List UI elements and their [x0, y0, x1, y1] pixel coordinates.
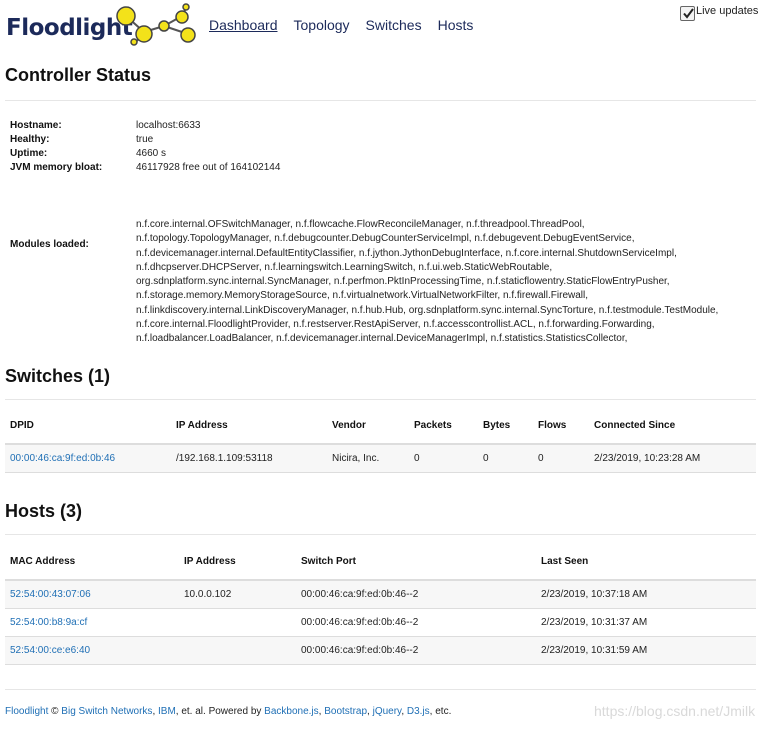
col-ip-address[interactable]: IP Address: [171, 408, 327, 445]
ip-cell: /192.168.1.109:53118: [171, 444, 327, 473]
navbar: Floodlight Dashboard Topology Switches H…: [0, 0, 784, 50]
switch-port-cell: 00:00:46:ca:9f:ed:0b:46--2: [296, 636, 536, 665]
nav-switches[interactable]: Switches: [366, 17, 422, 33]
col-switch-port[interactable]: Switch Port: [296, 544, 536, 581]
footer-ibm-link[interactable]: IBM: [158, 706, 176, 717]
dpid-link[interactable]: 00:00:46:ca:9f:ed:0b:46: [10, 453, 115, 464]
col-mac-address[interactable]: MAC Address: [5, 544, 179, 581]
mac-cell: 52:54:00:ce:e6:40: [5, 636, 179, 665]
col-bytes[interactable]: Bytes: [478, 408, 533, 445]
module-line: n.f.topology.TopologyManager, n.f.debugc…: [136, 233, 635, 245]
uptime-value: 4660 s: [136, 148, 167, 159]
last-seen-cell: 2/23/2019, 10:31:37 AM: [536, 608, 756, 637]
connected-since-cell: 2/23/2019, 10:23:28 AM: [589, 444, 756, 473]
module-line: n.f.devicemanager.internal.DefaultEntity…: [136, 247, 677, 259]
table-header-row: DPID IP Address Vendor Packets Bytes Flo…: [5, 408, 756, 445]
switch-port-cell: 00:00:46:ca:9f:ed:0b:46--2: [296, 580, 536, 609]
main-nav: Dashboard Topology Switches Hosts: [209, 17, 489, 33]
last-seen-cell: 2/23/2019, 10:37:18 AM: [536, 580, 756, 609]
mac-cell: 52:54:00:b8:9a:cf: [5, 608, 179, 637]
packets-cell: 0: [409, 444, 478, 473]
uptime-label: Uptime:: [10, 148, 48, 159]
module-line: n.f.core.internal.OFSwitchManager, n.f.f…: [136, 219, 585, 230]
ip-cell: [179, 636, 296, 665]
healthy-label: Healthy:: [10, 134, 50, 145]
table-header-row: MAC Address IP Address Switch Port Last …: [5, 544, 756, 581]
floodlight-logo[interactable]: Floodlight: [6, 2, 202, 46]
bytes-cell: 0: [478, 444, 533, 473]
nav-topology[interactable]: Topology: [294, 17, 350, 33]
col-vendor[interactable]: Vendor: [327, 408, 409, 445]
divider: [5, 534, 756, 535]
col-connected-since[interactable]: Connected Since: [589, 408, 756, 445]
divider: [5, 399, 756, 400]
table-row: 52:54:00:b8:9a:cf 00:00:46:ca:9f:ed:0b:4…: [5, 608, 756, 637]
live-updates-toggle[interactable]: Live updates: [680, 5, 758, 21]
mac-link[interactable]: 52:54:00:b8:9a:cf: [10, 617, 87, 628]
module-line: n.f.core.internal.FloodlightProvider, n.…: [136, 319, 655, 331]
molecule-logo-icon: [116, 3, 196, 46]
checkmark-icon: [683, 8, 694, 19]
col-flows[interactable]: Flows: [533, 408, 589, 445]
table-row: 52:54:00:43:07:06 10.0.0.102 00:00:46:ca…: [5, 580, 756, 609]
hosts-title: Hosts (3): [5, 501, 83, 521]
footer-backbone-link[interactable]: Backbone.js: [264, 706, 318, 717]
switches-title: Switches (1): [5, 366, 111, 386]
vendor-cell: Nicira, Inc.: [327, 444, 409, 473]
dpid-cell: 00:00:46:ca:9f:ed:0b:46: [5, 444, 171, 473]
jvm-memory-label: JVM memory bloat:: [10, 162, 103, 173]
footer: Floodlight © Big Switch Networks, IBM, e…: [5, 706, 451, 717]
modules-label: Modules loaded:: [10, 239, 89, 250]
mac-link[interactable]: 52:54:00:43:07:06: [10, 589, 91, 600]
hostname-value: localhost:6633: [136, 120, 201, 131]
nav-dashboard[interactable]: Dashboard: [209, 17, 278, 33]
flows-cell: 0: [533, 444, 589, 473]
footer-floodlight-link[interactable]: Floodlight: [5, 706, 48, 717]
module-line: n.f.storage.memory.MemoryStorageSource, …: [136, 290, 589, 302]
col-dpid[interactable]: DPID: [5, 408, 171, 445]
controller-status-title: Controller Status: [5, 65, 152, 85]
footer-jquery-link[interactable]: jQuery: [373, 706, 402, 717]
hostname-label: Hostname:: [10, 120, 62, 131]
switch-port-cell: 00:00:46:ca:9f:ed:0b:46--2: [296, 608, 536, 637]
watermark: https://blog.csdn.net/Jmilk: [594, 703, 756, 719]
mac-cell: 52:54:00:43:07:06: [5, 580, 179, 609]
table-row: 00:00:46:ca:9f:ed:0b:46 /192.168.1.109:5…: [5, 444, 756, 473]
footer-text: , etc.: [429, 706, 452, 717]
switches-table: DPID IP Address Vendor Packets Bytes Flo…: [5, 408, 756, 473]
module-line: n.f.linkdiscovery.internal.LinkDiscovery…: [136, 304, 719, 316]
footer-d3-link[interactable]: D3.js: [407, 706, 430, 717]
last-seen-cell: 2/23/2019, 10:31:59 AM: [536, 636, 756, 665]
hosts-table: MAC Address IP Address Switch Port Last …: [5, 544, 756, 665]
live-updates-checkbox[interactable]: [680, 6, 695, 21]
healthy-value: true: [136, 134, 154, 145]
module-line: org.sdnplatform.sync.internal.SyncManage…: [136, 276, 670, 288]
footer-bsn-link[interactable]: Big Switch Networks: [61, 706, 152, 717]
divider: [5, 689, 756, 690]
module-line: n.f.dhcpserver.DHCPServer, n.f.learnings…: [136, 261, 553, 273]
footer-text: , et. al. Powered by: [175, 706, 265, 717]
divider: [5, 100, 756, 101]
table-row: 52:54:00:ce:e6:40 00:00:46:ca:9f:ed:0b:4…: [5, 636, 756, 665]
mac-link[interactable]: 52:54:00:ce:e6:40: [10, 645, 90, 656]
modules-list: n.f.core.internal.OFSwitchManager, n.f.f…: [136, 218, 756, 347]
ip-cell: [179, 608, 296, 637]
col-ip-address[interactable]: IP Address: [179, 544, 296, 581]
col-last-seen[interactable]: Last Seen: [536, 544, 756, 581]
module-line: n.f.loadbalancer.LoadBalancer, n.f.devic…: [136, 333, 628, 345]
col-packets[interactable]: Packets: [409, 408, 478, 445]
footer-text: ©: [48, 706, 62, 717]
live-updates-label: Live updates: [696, 5, 759, 17]
ip-cell: 10.0.0.102: [179, 580, 296, 609]
nav-hosts[interactable]: Hosts: [438, 17, 474, 33]
jvm-memory-value: 46117928 free out of 164102144: [136, 162, 281, 173]
footer-bootstrap-link[interactable]: Bootstrap: [324, 706, 367, 717]
